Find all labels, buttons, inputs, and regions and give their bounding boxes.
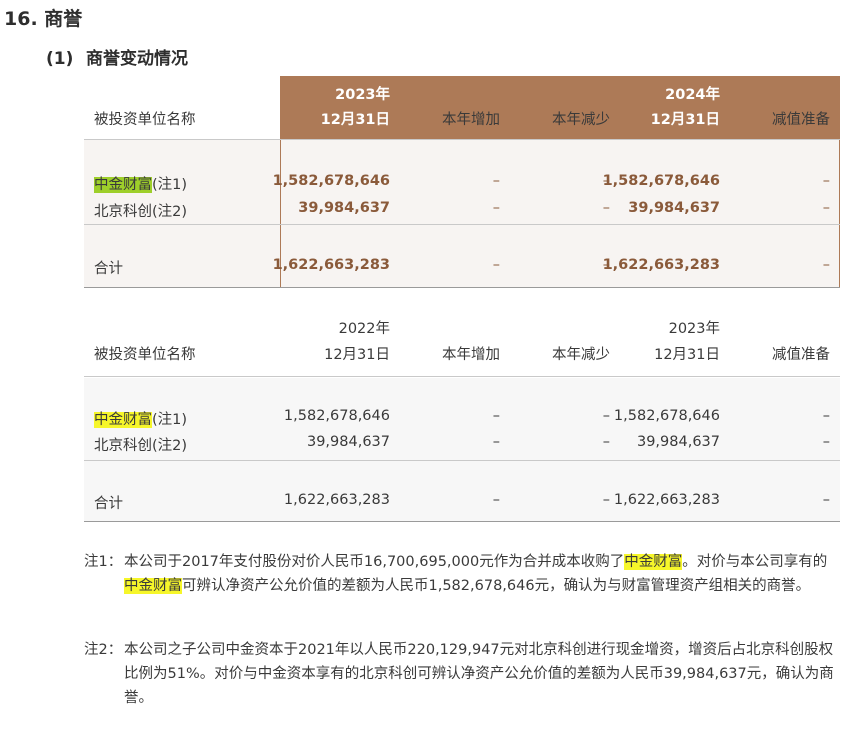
header-closing-year: 2023年 — [668, 321, 720, 337]
total-impairment: – — [822, 492, 830, 508]
header-decrease: 本年减少 — [552, 112, 610, 128]
total-decrease: – — [602, 492, 610, 508]
total-row: 合计 1,622,663,283 – – 1,622,663,283 – — [84, 492, 840, 514]
header-row-top: 2022年 2023年 — [84, 318, 840, 340]
highlighted-term: 中金财富 — [124, 578, 182, 594]
highlighted-name: 中金财富 — [94, 177, 152, 193]
total-opening: 1,622,663,283 — [283, 492, 390, 508]
decrease-value: – — [602, 408, 610, 424]
note-1: 注1： 本公司于2017年支付股份对价人民币16,700,695,000元作为合… — [84, 550, 844, 602]
investee-name: 中金财富(注1) — [94, 177, 188, 193]
total-closing: 1,622,663,283 — [613, 492, 720, 508]
header-row-top: 2023年 2024年 — [84, 84, 840, 106]
investee-name: 中金财富(注1) — [94, 412, 188, 428]
increase-value: – — [492, 408, 500, 424]
note-2-tag: 注2： — [84, 642, 123, 658]
opening-value: 1,582,678,646 — [283, 408, 390, 424]
note-1-text: 本公司于2017年支付股份对价人民币16,700,695,000元作为合并成本收… — [124, 554, 828, 594]
table-row: 中金财富(注1) 1,582,678,646 – – 1,582,678,646… — [84, 408, 840, 430]
table-row: 中金财富(注1) 1,582,678,646 – – 1,582,678,646… — [84, 173, 840, 195]
highlighted-name: 中金财富 — [94, 412, 152, 428]
header-increase: 本年增加 — [442, 347, 500, 363]
closing-value: 39,984,637 — [628, 200, 720, 216]
decrease-value: – — [602, 200, 610, 216]
note-2: 注2： 本公司之子公司中金资本于2021年以人民币220,129,947元对北京… — [84, 638, 844, 714]
header-closing-date: 12月31日 — [654, 347, 720, 363]
opening-value: 39,984,637 — [298, 200, 390, 216]
opening-value: 1,582,678,646 — [272, 173, 390, 189]
investee-name: 北京科创(注2) — [94, 438, 188, 454]
header-row-bottom: 被投资单位名称 12月31日 本年增加 本年减少 12月31日 减值准备 — [84, 109, 840, 131]
header-impairment: 减值准备 — [772, 112, 830, 128]
note-1-tag: 注1： — [84, 554, 123, 570]
section-number: 16. — [4, 8, 38, 30]
section-heading: 16. 商誉 — [4, 4, 82, 31]
header-opening-year: 2022年 — [338, 321, 390, 337]
opening-value: 39,984,637 — [306, 434, 390, 450]
subsection-heading: (1) 商誉变动情况 — [46, 44, 188, 69]
impairment-value: – — [822, 408, 830, 424]
goodwill-table-2022: 2022年 2023年 被投资单位名称 12月31日 本年增加 本年减少 12月… — [84, 314, 840, 522]
investee-name: 北京科创(注2) — [94, 204, 188, 220]
closing-value: 1,582,678,646 — [602, 173, 720, 189]
total-increase: – — [492, 257, 500, 273]
header-opening-date: 12月31日 — [324, 347, 390, 363]
header-investee-name: 被投资单位名称 — [94, 112, 196, 128]
subsection-number: (1) — [46, 49, 74, 69]
goodwill-table-2023: 2023年 2024年 被投资单位名称 12月31日 本年增加 本年减少 12月… — [84, 76, 840, 288]
note-2-text: 本公司之子公司中金资本于2021年以人民币220,129,947元对北京科创进行… — [124, 642, 834, 706]
table-row: 北京科创(注2) 39,984,637 – – 39,984,637 – — [84, 200, 840, 222]
total-impairment: – — [822, 257, 830, 273]
header-row-bottom: 被投资单位名称 12月31日 本年增加 本年减少 12月31日 减值准备 — [84, 344, 840, 366]
impairment-value: – — [822, 173, 830, 189]
total-row: 合计 1,622,663,283 – – 1,622,663,283 – — [84, 257, 840, 279]
header-impairment: 减值准备 — [772, 347, 830, 363]
increase-value: – — [492, 173, 500, 189]
header-closing-year: 2024年 — [665, 87, 720, 103]
closing-value: 1,582,678,646 — [613, 408, 720, 424]
impairment-value: – — [822, 434, 830, 450]
closing-value: 39,984,637 — [636, 434, 720, 450]
total-opening: 1,622,663,283 — [272, 257, 390, 273]
header-opening-date: 12月31日 — [320, 112, 390, 128]
header-decrease: 本年减少 — [552, 347, 610, 363]
total-label: 合计 — [94, 261, 123, 277]
highlighted-term: 中金财富 — [624, 554, 683, 570]
header-opening-year: 2023年 — [335, 87, 390, 103]
header-increase: 本年增加 — [442, 112, 500, 128]
section-title: 商誉 — [44, 8, 83, 30]
increase-value: – — [492, 434, 500, 450]
total-closing: 1,622,663,283 — [602, 257, 720, 273]
total-label: 合计 — [94, 496, 123, 512]
header-closing-date: 12月31日 — [650, 112, 720, 128]
total-increase: – — [492, 492, 500, 508]
increase-value: – — [492, 200, 500, 216]
decrease-value: – — [602, 434, 610, 450]
header-investee-name: 被投资单位名称 — [94, 347, 196, 363]
table-row: 北京科创(注2) 39,984,637 – – 39,984,637 – — [84, 434, 840, 456]
impairment-value: – — [822, 200, 830, 216]
subsection-title: 商誉变动情况 — [86, 49, 188, 69]
